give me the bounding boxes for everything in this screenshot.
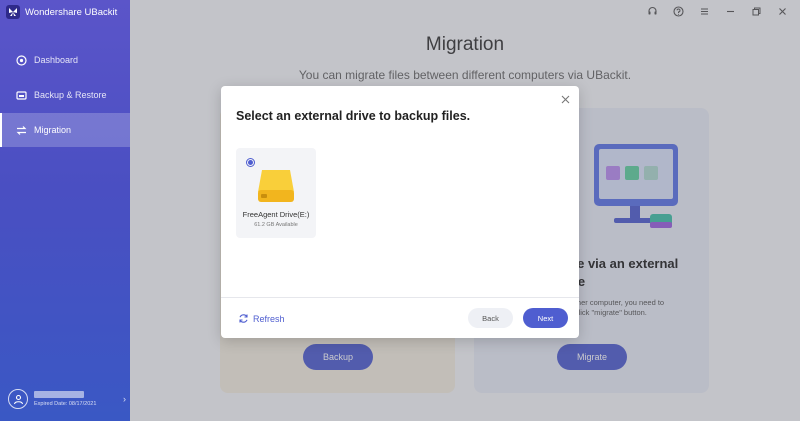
refresh-label: Refresh [253,313,285,324]
sidebar-item-backup-restore[interactable]: Backup & Restore [0,78,130,112]
sidebar: Wondershare UBackit Dashboard Backup & R… [0,0,130,421]
sidebar-item-migration[interactable]: Migration [0,113,130,147]
user-account[interactable]: Expired Date: 08/17/2021 › [8,387,126,411]
backup-icon [16,90,27,101]
dialog-divider [221,297,579,298]
user-avatar-icon [8,389,28,409]
butterfly-logo-icon [6,5,20,19]
sidebar-item-label: Backup & Restore [34,90,107,100]
external-drive-icon [258,170,294,202]
sidebar-item-label: Dashboard [34,55,79,65]
dashboard-icon [16,54,27,66]
drive-name: FreeAgent Drive(E:) [242,210,310,219]
expire-date: Expired Date: 08/17/2021 [34,401,97,407]
refresh-button[interactable]: Refresh [238,313,285,324]
drive-radio[interactable] [246,158,255,167]
back-button[interactable]: Back [468,308,513,328]
radio-selected-dot [248,160,253,165]
drive-option[interactable]: FreeAgent Drive(E:) 61.2 GB Available [236,148,316,238]
sidebar-item-label: Migration [34,125,72,135]
sidebar-item-dashboard[interactable]: Dashboard [0,43,130,77]
chevron-right-icon: › [123,394,126,404]
app-title-bar: Wondershare UBackit [6,5,117,19]
drive-available: 61.2 GB Available [254,222,298,228]
dialog-close-icon[interactable] [559,93,571,105]
migration-icon [16,125,27,136]
select-drive-dialog: Select an external drive to backup files… [221,86,579,338]
app-title: Wondershare UBackit [25,6,118,18]
user-name-redacted [34,391,84,398]
dialog-title: Select an external drive to backup files… [236,109,471,123]
refresh-icon [239,314,248,323]
next-button[interactable]: Next [523,308,568,328]
